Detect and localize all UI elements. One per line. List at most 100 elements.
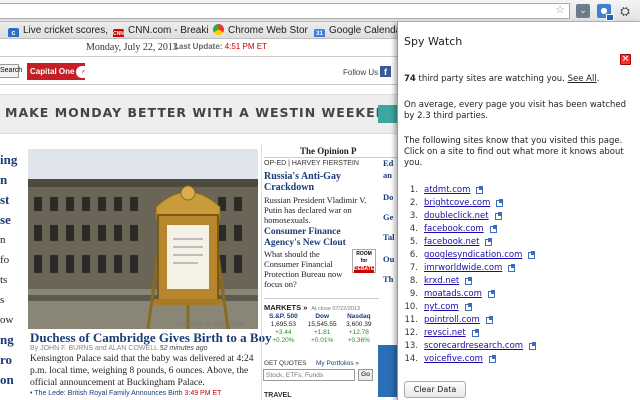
close-icon[interactable]: × <box>620 54 631 65</box>
market-pct: +0.36% <box>347 337 370 344</box>
list-item: 14. voicefive.com <box>404 353 536 366</box>
site-link[interactable]: brightcove.com <box>424 198 490 208</box>
list-item: 4. facebook.com <box>404 223 536 236</box>
pocket-icon[interactable]: ⌄ <box>576 4 590 18</box>
external-link-icon[interactable] <box>485 238 493 246</box>
external-link-icon[interactable] <box>464 303 472 311</box>
room-for-debate-logo[interactable]: ROOM for DEBATE <box>352 249 376 273</box>
site-link[interactable]: revsci.net <box>424 328 466 338</box>
site-link[interactable]: krxd.net <box>424 276 459 286</box>
market-name[interactable]: S.&P. 500 <box>264 313 303 321</box>
bookmark-chrome-store[interactable]: Chrome Web Store - ... <box>213 24 308 37</box>
site-number: 8. <box>409 276 418 286</box>
lead-related-link[interactable]: • The Lede: British Royal Family Announc… <box>30 390 221 397</box>
go-button[interactable]: Go <box>358 369 373 381</box>
site-number: 6. <box>409 250 418 260</box>
bookmark-calendar[interactable]: 31 Google Calendar <box>314 24 400 37</box>
external-link-icon[interactable] <box>465 277 473 285</box>
tracking-sites-list: 1. atdmt.com 2. brightcove.com 3. doublecli… <box>404 184 537 366</box>
swoosh-icon: ✓ <box>76 66 91 78</box>
search-button[interactable]: Search <box>0 64 22 78</box>
list-item: 1. atdmt.com <box>404 184 536 197</box>
oped1-headline[interactable]: Russia's Anti-Gay Crackdown <box>264 171 374 193</box>
address-bar[interactable] <box>0 3 570 19</box>
external-link-icon[interactable] <box>494 212 502 220</box>
oped-label: OP-ED | HARVEY FIERSTEIN <box>264 160 359 167</box>
left-fragment[interactable]: se <box>0 210 22 230</box>
right-fragment[interactable]: Ou <box>383 254 394 264</box>
site-link[interactable]: facebook.com <box>424 224 484 234</box>
site-link[interactable]: atdmt.com <box>424 185 470 195</box>
site-link[interactable]: doubleclick.net <box>424 211 489 221</box>
external-link-icon[interactable] <box>485 316 493 324</box>
sponsor-logo[interactable]: Capital One ✓ <box>27 63 91 80</box>
external-link-icon[interactable] <box>488 355 496 363</box>
site-link[interactable]: scorecardresearch.com <box>424 341 523 351</box>
markets-label: MARKETS » <box>264 303 308 312</box>
site-number: 4. <box>409 224 418 234</box>
market-change: +12.78 <box>348 329 369 336</box>
site-link[interactable]: pointroll.com <box>424 315 480 325</box>
opinion-heading[interactable]: The Opinion P <box>300 146 357 156</box>
right-fragment[interactable]: Do <box>383 192 393 202</box>
market-value: 3,600.39 <box>346 321 372 328</box>
external-link-icon[interactable] <box>508 264 516 272</box>
markets-heading[interactable]: MARKETS » At close 07/22/2013 <box>264 303 360 312</box>
site-number: 3. <box>409 211 418 221</box>
cricket-site-icon: c <box>8 28 19 37</box>
left-fragment: s <box>0 294 5 306</box>
facebook-icon[interactable]: f <box>380 66 391 77</box>
right-fragment[interactable]: Tal <box>383 232 395 242</box>
left-fragment: fo <box>0 254 10 266</box>
left-fragment[interactable]: ng <box>0 330 22 350</box>
divider <box>264 298 379 299</box>
right-fragment[interactable]: Ed <box>383 158 393 168</box>
site-link[interactable]: voicefive.com <box>424 354 483 364</box>
site-link[interactable]: moatads.com <box>424 289 482 299</box>
external-link-icon[interactable] <box>528 251 536 259</box>
quote-search-input[interactable] <box>263 369 355 381</box>
left-fragment[interactable]: st <box>0 190 22 210</box>
average-text: On average, every page you visit has bee… <box>404 100 627 121</box>
dateline: Monday, July 22, 2013 Last Update: 4:51 … <box>0 40 400 54</box>
site-number: 10. <box>404 302 418 312</box>
site-link[interactable]: googlesyndication.com <box>424 250 522 260</box>
left-fragment[interactable]: on <box>0 370 22 390</box>
market-name[interactable]: Nasdaq <box>342 313 376 321</box>
right-fragment[interactable]: Ge <box>383 212 393 222</box>
spy-watch-icon[interactable]: ● <box>597 4 614 21</box>
right-fragment[interactable]: Th <box>383 274 393 284</box>
bookmark-cnn[interactable]: CNN CNN.com - Breaking ... <box>113 24 208 37</box>
westin-ad-banner[interactable]: MAKE MONDAY BETTER WITH A WESTIN WEEKEND <box>0 94 400 134</box>
sponsor-name: Capital One <box>30 67 75 76</box>
external-link-icon[interactable] <box>476 186 484 194</box>
left-fragment[interactable]: n <box>0 170 22 190</box>
travel-section-label[interactable]: TRAVEL <box>264 392 291 399</box>
lead-headline[interactable]: Duchess of Cambridge Gives Birth to a Bo… <box>30 330 272 346</box>
left-fragment[interactable]: ro <box>0 350 22 370</box>
site-link[interactable]: imrworldwide.com <box>424 263 502 273</box>
external-link-icon[interactable] <box>487 290 495 298</box>
column-divider <box>261 144 262 400</box>
site-link[interactable]: facebook.net <box>424 237 479 247</box>
site-link[interactable]: nyt.com <box>424 302 459 312</box>
left-fragment[interactable]: ing <box>0 150 22 170</box>
incognito-icon[interactable]: ⛭ <box>618 4 632 18</box>
right-fragment[interactable]: an <box>383 170 392 180</box>
oped2-headline[interactable]: Consumer Finance Agency's New Clout <box>264 227 374 249</box>
external-link-icon[interactable] <box>489 225 497 233</box>
external-link-icon[interactable] <box>529 342 537 350</box>
list-item: 6. googlesyndication.com <box>404 249 536 262</box>
list-item: 8. krxd.net <box>404 275 536 288</box>
chrome-icon <box>213 24 224 35</box>
left-fragment: n <box>0 234 6 246</box>
bookmark-cricket[interactable]: c Live cricket scores, ... <box>8 24 108 37</box>
buckingham-palace-photo[interactable] <box>28 149 258 329</box>
my-portfolios-link[interactable]: My Portfolios » <box>316 360 359 367</box>
see-all-link[interactable]: See All <box>568 74 597 84</box>
star-icon[interactable]: ☆ <box>553 3 567 17</box>
market-name[interactable]: Dow <box>303 313 342 321</box>
clear-data-button[interactable]: Clear Data <box>404 381 466 398</box>
external-link-icon[interactable] <box>496 199 504 207</box>
external-link-icon[interactable] <box>471 329 479 337</box>
